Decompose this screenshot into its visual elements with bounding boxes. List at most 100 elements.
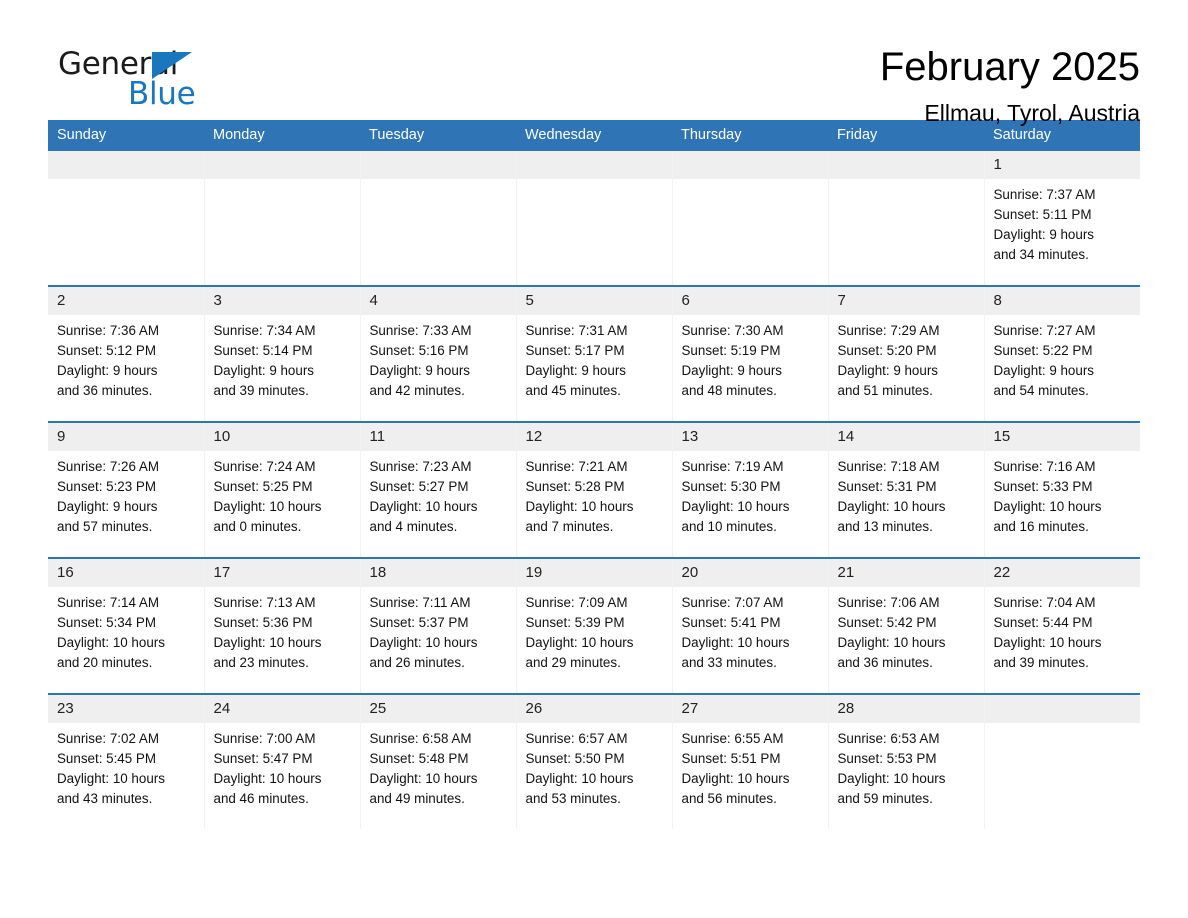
- calendar-day-cell[interactable]: 5 Sunrise: 7:31 AM Sunset: 5:17 PM Daylight…: [515, 285, 672, 422]
- day-details: Sunrise: 7:16 AM Sunset: 5:33 PM Daylight:…: [985, 451, 1141, 537]
- daylight-text-line1: Daylight: 10 hours: [369, 771, 478, 786]
- day-details: Sunrise: 7:00 AM Sunset: 5:47 PM Daylight:…: [205, 723, 360, 809]
- sunrise-text: Sunrise: 7:06 AM: [837, 595, 940, 610]
- calendar-day-cell[interactable]: 2 Sunrise: 7:36 AM Sunset: 5:12 PM Daylight…: [48, 285, 204, 422]
- day-number: 14: [828, 423, 984, 451]
- sunrise-text: Sunrise: 7:04 AM: [993, 595, 1096, 610]
- calendar-day-cell[interactable]: 18 Sunrise: 7:11 AM Sunset: 5:37 PM Dayligh…: [359, 557, 516, 694]
- day-details: Sunrise: 7:26 AM Sunset: 5:23 PM Daylight:…: [48, 451, 204, 537]
- calendar-day-cell[interactable]: 23 Sunrise: 7:02 AM Sunset: 5:45 PM Dayligh…: [48, 693, 204, 829]
- day-number: [360, 151, 516, 179]
- sunrise-text: Sunrise: 7:36 AM: [57, 323, 159, 338]
- sunrise-text: Sunrise: 7:26 AM: [57, 459, 159, 474]
- sunset-text: Sunset: 5:51 PM: [681, 751, 781, 766]
- page-header: General Blue February 2025 Ellmau, Tyrol…: [48, 0, 1140, 127]
- sunset-text: Sunset: 5:11 PM: [993, 207, 1092, 222]
- calendar-day-cell[interactable]: 16 Sunrise: 7:14 AM Sunset: 5:34 PM Dayligh…: [48, 557, 204, 694]
- calendar-day-cell[interactable]: 12 Sunrise: 7:21 AM Sunset: 5:28 PM Dayligh…: [515, 421, 672, 558]
- sunset-text: Sunset: 5:20 PM: [837, 343, 937, 358]
- day-details: Sunrise: 7:36 AM Sunset: 5:12 PM Daylight:…: [48, 315, 204, 401]
- day-details: Sunrise: 7:30 AM Sunset: 5:19 PM Daylight:…: [673, 315, 828, 401]
- calendar-day-cell[interactable]: 28 Sunrise: 6:53 AM Sunset: 5:53 PM Dayligh…: [827, 693, 984, 829]
- calendar-day-cell[interactable]: 1 Sunrise: 7:37 AM Sunset: 5:11 PM Daylight…: [983, 151, 1140, 286]
- sunrise-text: Sunrise: 7:24 AM: [213, 459, 316, 474]
- day-number: 1: [984, 151, 1140, 179]
- day-number: 7: [828, 287, 984, 315]
- calendar-day-cell[interactable]: [203, 151, 360, 286]
- day-number: 11: [360, 423, 516, 451]
- day-details: Sunrise: 7:06 AM Sunset: 5:42 PM Daylight:…: [829, 587, 984, 673]
- day-details: Sunrise: 7:11 AM Sunset: 5:37 PM Daylight:…: [361, 587, 516, 673]
- calendar-day-cell[interactable]: 19 Sunrise: 7:09 AM Sunset: 5:39 PM Dayligh…: [515, 557, 672, 694]
- calendar-day-cell[interactable]: [48, 151, 204, 286]
- sunset-text: Sunset: 5:28 PM: [525, 479, 625, 494]
- calendar-day-cell[interactable]: 17 Sunrise: 7:13 AM Sunset: 5:36 PM Dayligh…: [203, 557, 360, 694]
- calendar-day-cell[interactable]: 10 Sunrise: 7:24 AM Sunset: 5:25 PM Dayligh…: [203, 421, 360, 558]
- day-number: 2: [48, 287, 204, 315]
- calendar-day-cell[interactable]: 7 Sunrise: 7:29 AM Sunset: 5:20 PM Daylight…: [827, 285, 984, 422]
- day-number: 23: [48, 695, 204, 723]
- sunset-text: Sunset: 5:36 PM: [213, 615, 313, 630]
- calendar-day-cell[interactable]: 3 Sunrise: 7:34 AM Sunset: 5:14 PM Daylight…: [203, 285, 360, 422]
- calendar-day-cell[interactable]: 13 Sunrise: 7:19 AM Sunset: 5:30 PM Dayligh…: [671, 421, 828, 558]
- calendar-day-cell[interactable]: 22 Sunrise: 7:04 AM Sunset: 5:44 PM Dayligh…: [983, 557, 1140, 694]
- sunset-text: Sunset: 5:39 PM: [525, 615, 625, 630]
- calendar-day-cell[interactable]: 6 Sunrise: 7:30 AM Sunset: 5:19 PM Daylight…: [671, 285, 828, 422]
- calendar-day-cell[interactable]: [515, 151, 672, 286]
- sunrise-text: Sunrise: 6:57 AM: [525, 731, 628, 746]
- daylight-text-line2: and 45 minutes.: [525, 383, 621, 398]
- calendar-day-cell[interactable]: [827, 151, 984, 286]
- calendar-day-cell[interactable]: 9 Sunrise: 7:26 AM Sunset: 5:23 PM Daylight…: [48, 421, 204, 558]
- sunrise-text: Sunrise: 7:19 AM: [681, 459, 784, 474]
- day-details: Sunrise: 6:58 AM Sunset: 5:48 PM Daylight:…: [361, 723, 516, 809]
- calendar-day-cell[interactable]: 14 Sunrise: 7:18 AM Sunset: 5:31 PM Dayligh…: [827, 421, 984, 558]
- calendar-day-cell[interactable]: 24 Sunrise: 7:00 AM Sunset: 5:47 PM Dayligh…: [203, 693, 360, 829]
- daylight-text-line1: Daylight: 10 hours: [213, 771, 322, 786]
- day-number: 16: [48, 559, 204, 587]
- calendar-grid: Sunday Monday Tuesday Wednesday Thursday…: [48, 120, 1140, 829]
- generalblue-logo[interactable]: General Blue: [48, 44, 238, 118]
- calendar-day-cell[interactable]: 20 Sunrise: 7:07 AM Sunset: 5:41 PM Dayligh…: [671, 557, 828, 694]
- sunrise-text: Sunrise: 7:00 AM: [213, 731, 316, 746]
- sunrise-text: Sunrise: 6:58 AM: [369, 731, 472, 746]
- sunset-text: Sunset: 5:47 PM: [213, 751, 313, 766]
- sunrise-text: Sunrise: 7:09 AM: [525, 595, 628, 610]
- day-details: Sunrise: 7:19 AM Sunset: 5:30 PM Daylight:…: [673, 451, 828, 537]
- calendar-day-cell[interactable]: 8 Sunrise: 7:27 AM Sunset: 5:22 PM Daylight…: [983, 285, 1140, 422]
- calendar-day-cell[interactable]: [671, 151, 828, 286]
- daylight-text-line2: and 51 minutes.: [837, 383, 933, 398]
- calendar-day-cell[interactable]: 15 Sunrise: 7:16 AM Sunset: 5:33 PM Dayligh…: [983, 421, 1141, 558]
- day-number: [204, 151, 360, 179]
- day-details: Sunrise: 7:23 AM Sunset: 5:27 PM Daylight:…: [361, 451, 516, 537]
- day-number: 25: [360, 695, 516, 723]
- daylight-text-line2: and 20 minutes.: [57, 655, 153, 670]
- calendar-week-row: 1 Sunrise: 7:37 AM Sunset: 5:11 PM Daylight…: [48, 151, 1140, 286]
- day-number: 21: [828, 559, 984, 587]
- sunset-text: Sunset: 5:16 PM: [369, 343, 469, 358]
- daylight-text-line2: and 39 minutes.: [993, 655, 1089, 670]
- sunset-text: Sunset: 5:12 PM: [57, 343, 156, 358]
- calendar-day-cell[interactable]: 4 Sunrise: 7:33 AM Sunset: 5:16 PM Daylight…: [359, 285, 516, 422]
- daylight-text-line1: Daylight: 9 hours: [369, 363, 470, 378]
- calendar-day-cell[interactable]: 25 Sunrise: 6:58 AM Sunset: 5:48 PM Dayligh…: [359, 693, 516, 829]
- calendar-week-row: 9 Sunrise: 7:26 AM Sunset: 5:23 PM Daylight…: [48, 421, 1141, 558]
- sunrise-text: Sunrise: 6:55 AM: [681, 731, 784, 746]
- calendar-day-cell[interactable]: 26 Sunrise: 6:57 AM Sunset: 5:50 PM Dayligh…: [515, 693, 672, 829]
- daylight-text-line1: Daylight: 9 hours: [837, 363, 938, 378]
- daylight-text-line1: Daylight: 10 hours: [993, 635, 1102, 650]
- calendar-day-cell[interactable]: 21 Sunrise: 7:06 AM Sunset: 5:42 PM Dayligh…: [827, 557, 984, 694]
- calendar-day-cell[interactable]: [359, 151, 516, 286]
- sunset-text: Sunset: 5:50 PM: [525, 751, 625, 766]
- daylight-text-line1: Daylight: 10 hours: [57, 635, 165, 650]
- daylight-text-line1: Daylight: 10 hours: [525, 771, 634, 786]
- daylight-text-line1: Daylight: 10 hours: [525, 499, 634, 514]
- daylight-text-line1: Daylight: 10 hours: [681, 499, 790, 514]
- daylight-text-line2: and 29 minutes.: [525, 655, 621, 670]
- calendar-day-cell[interactable]: [983, 693, 1140, 829]
- day-details: Sunrise: 7:18 AM Sunset: 5:31 PM Daylight:…: [829, 451, 984, 537]
- calendar-day-cell[interactable]: 11 Sunrise: 7:23 AM Sunset: 5:27 PM Dayligh…: [359, 421, 516, 558]
- daylight-text-line1: Daylight: 9 hours: [57, 499, 158, 514]
- weekday-header-sunday: Sunday: [48, 120, 204, 151]
- calendar-week-row: 2 Sunrise: 7:36 AM Sunset: 5:12 PM Daylight…: [48, 285, 1140, 422]
- calendar-day-cell[interactable]: 27 Sunrise: 6:55 AM Sunset: 5:51 PM Dayligh…: [671, 693, 828, 829]
